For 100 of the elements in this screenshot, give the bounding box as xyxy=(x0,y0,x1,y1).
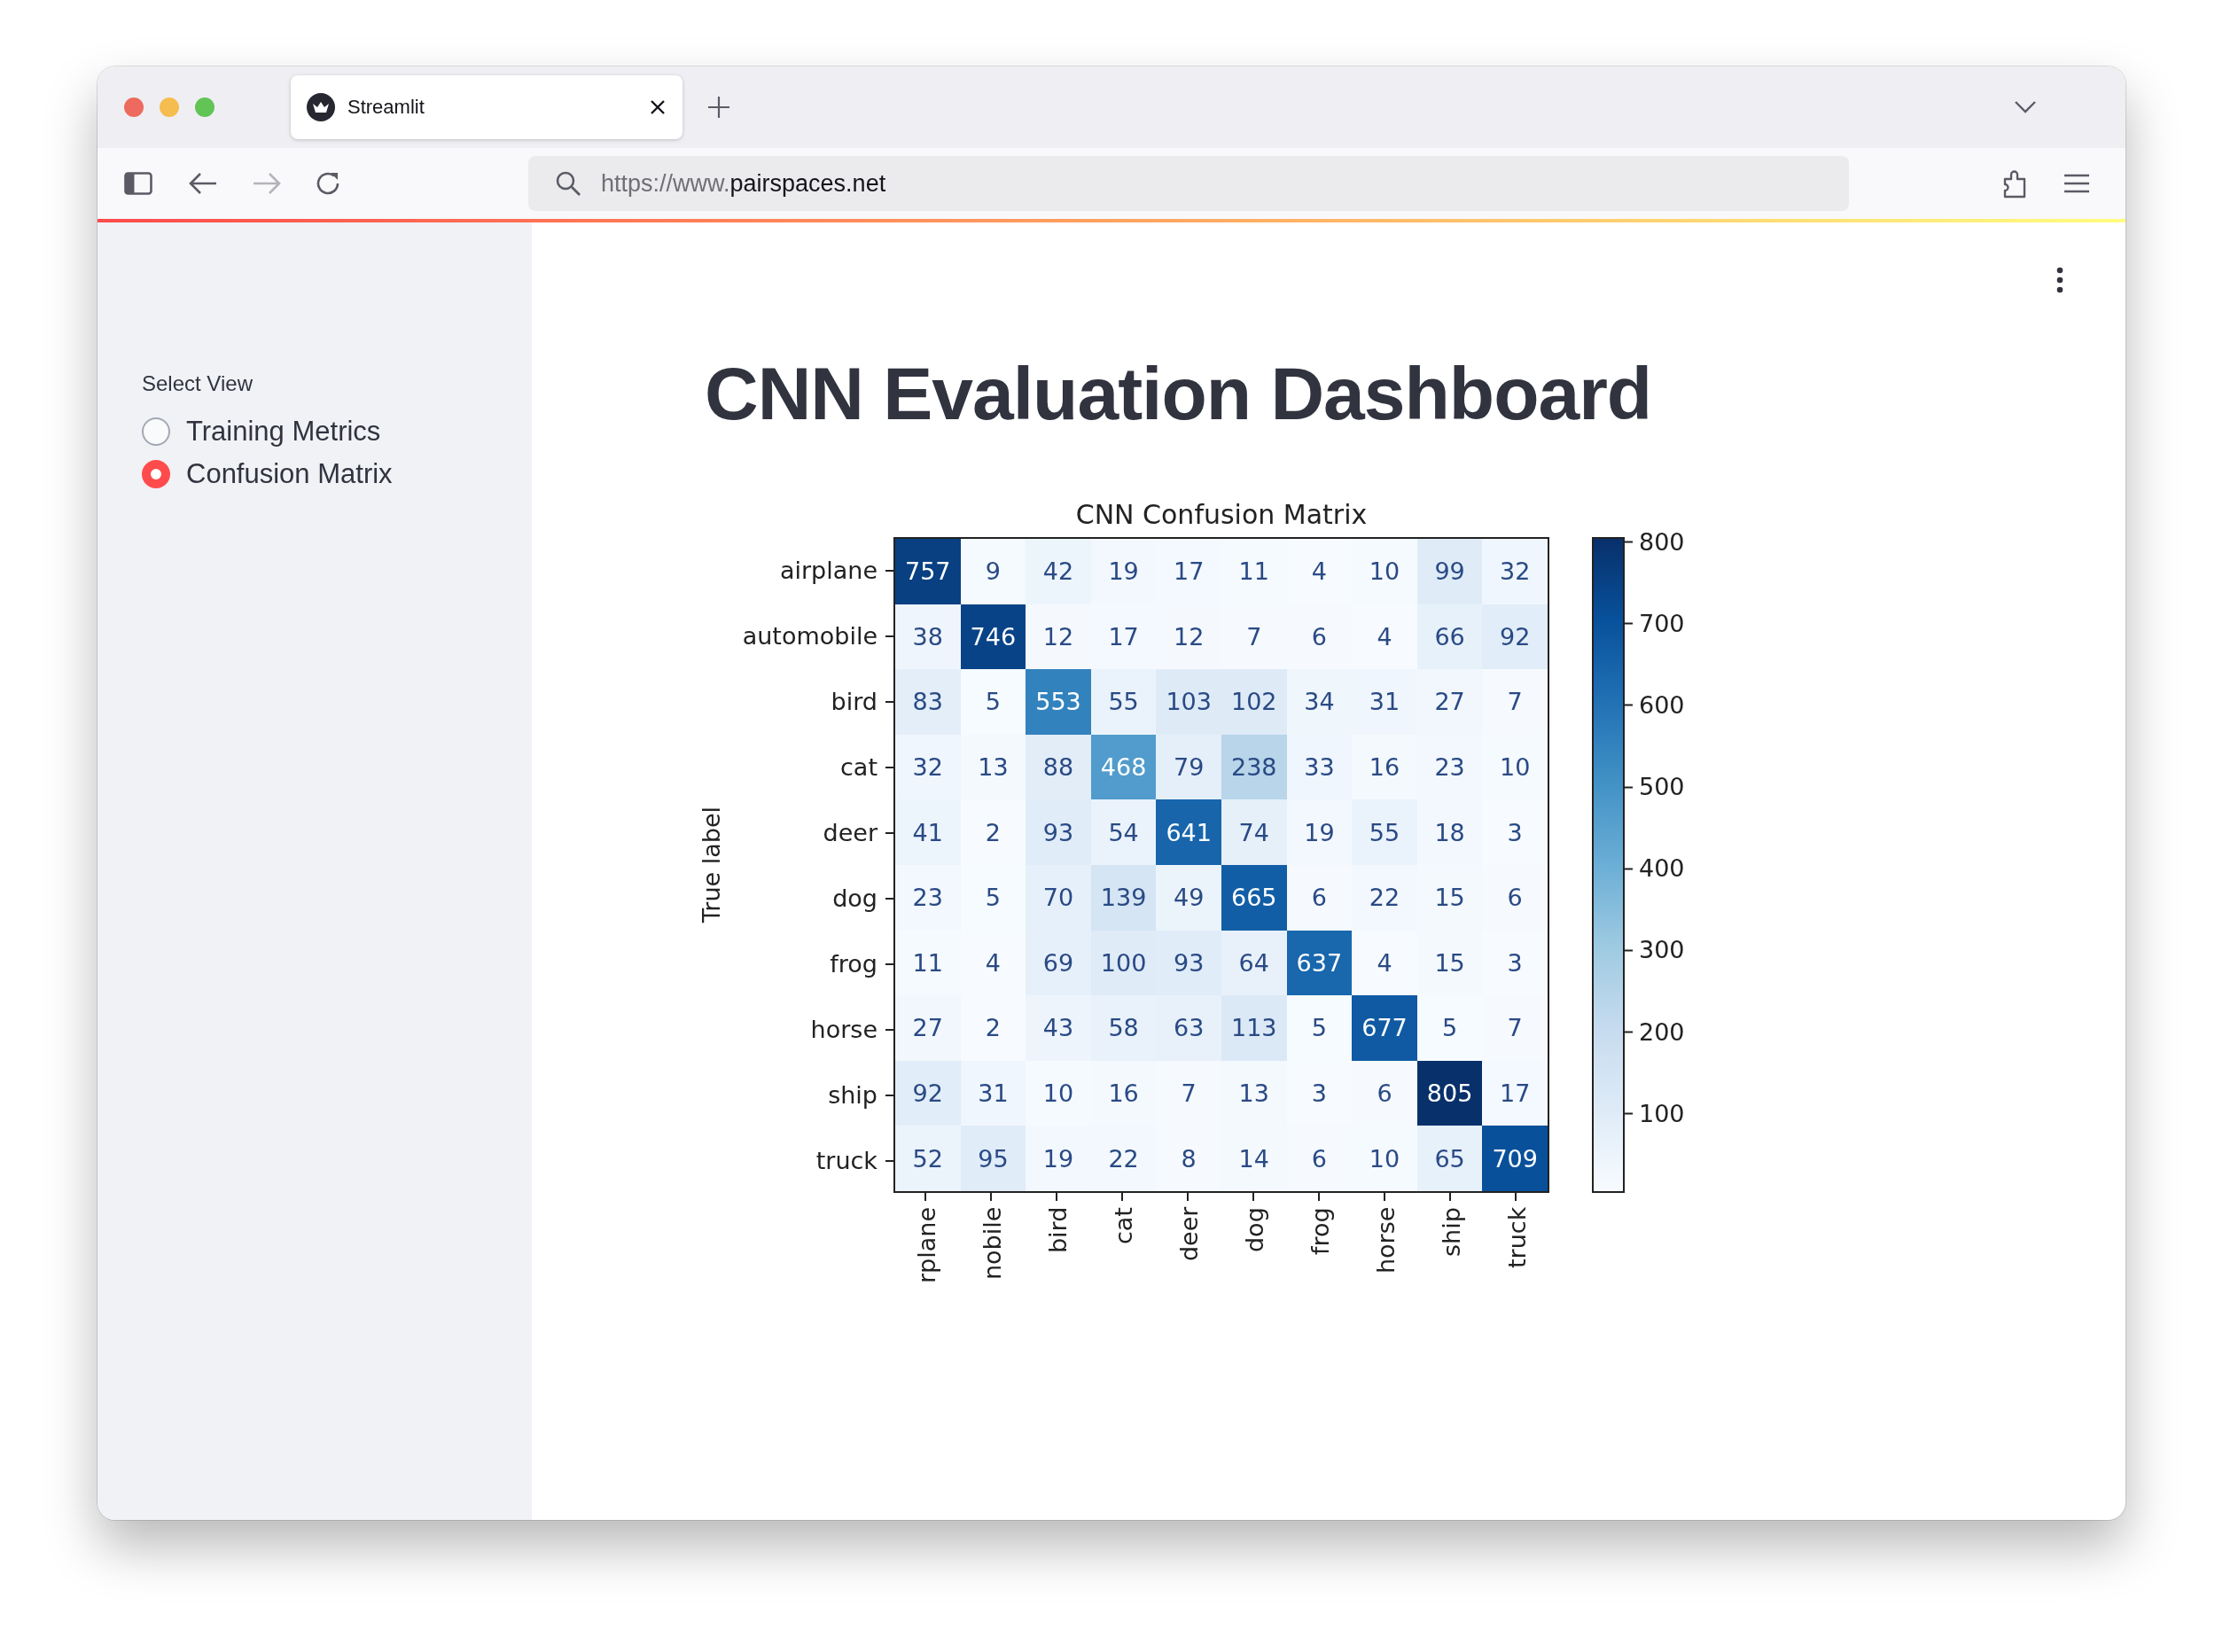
column-label: deer xyxy=(1174,1193,1203,1283)
matrix-cell: 27 xyxy=(1416,669,1483,735)
matrix-cell: 12 xyxy=(1026,604,1091,670)
close-icon[interactable] xyxy=(649,98,667,116)
search-icon xyxy=(555,170,581,197)
row-label: deer xyxy=(823,818,893,846)
matrix-cell: 8 xyxy=(1156,1126,1221,1191)
page-title: CNN Evaluation Dashboard xyxy=(705,351,1652,437)
browser-tab[interactable]: Streamlit xyxy=(291,75,682,139)
matrix-cell: 19 xyxy=(1286,799,1353,865)
matrix-cell: 88 xyxy=(1026,734,1091,800)
matrix-cell: 18 xyxy=(1416,799,1483,865)
matrix-cell: 6 xyxy=(1482,865,1548,931)
matrix-cell: 54 xyxy=(1090,799,1157,865)
colorbar-tick-label: 200 xyxy=(1625,1017,1685,1046)
row-label: dog xyxy=(832,884,893,912)
matrix-cell: 66 xyxy=(1416,604,1483,670)
menu-icon[interactable] xyxy=(2063,174,2090,193)
puzzle-piece-icon[interactable] xyxy=(2001,168,2028,199)
matrix-cell: 10 xyxy=(1352,1126,1417,1191)
matrix-cell: 6 xyxy=(1352,1060,1417,1126)
matrix-cell: 23 xyxy=(895,865,961,931)
matrix-cell: 49 xyxy=(1156,865,1221,931)
matrix-cell: 95 xyxy=(960,1126,1026,1191)
colorbar-tick-label: 600 xyxy=(1625,690,1685,719)
row-label: airplane xyxy=(779,556,893,584)
colorbar-tick-label: 300 xyxy=(1625,935,1685,963)
matrix-cell: 641 xyxy=(1156,799,1221,865)
matrix-cell: 16 xyxy=(1090,1060,1157,1126)
matrix-cell: 7 xyxy=(1156,1060,1221,1126)
matrix-cell: 22 xyxy=(1352,865,1417,931)
colorbar-tick-label: 100 xyxy=(1625,1099,1685,1127)
matrix-cell: 12 xyxy=(1156,604,1221,670)
matrix-cell: 99 xyxy=(1416,539,1483,604)
matrix-cell: 805 xyxy=(1416,1060,1483,1126)
matrix-cell: 709 xyxy=(1482,1126,1548,1191)
back-arrow-icon[interactable] xyxy=(188,171,218,196)
row-label: ship xyxy=(828,1080,893,1109)
matrix-cell: 102 xyxy=(1221,669,1287,735)
matrix-cell: 238 xyxy=(1221,734,1287,800)
row-label: frog xyxy=(830,949,893,978)
radio-group-label: Select View xyxy=(142,371,253,396)
matrix-cell: 6 xyxy=(1286,865,1353,931)
address-bar[interactable]: https://www.pairspaces.net xyxy=(528,156,1849,211)
radio-option-label[interactable]: Confusion Matrix xyxy=(186,458,393,490)
radio-button[interactable] xyxy=(142,417,170,446)
matrix-cell: 17 xyxy=(1156,539,1221,604)
matrix-cell: 4 xyxy=(960,930,1026,996)
matrix-cell: 58 xyxy=(1090,995,1157,1061)
column-label: truck xyxy=(1502,1193,1531,1283)
matrix-cell: 5 xyxy=(960,865,1026,931)
plus-icon[interactable] xyxy=(707,96,730,119)
matrix-cell: 5 xyxy=(1416,995,1483,1061)
radio-option-label[interactable]: Training Metrics xyxy=(186,416,381,448)
matrix-cell: 677 xyxy=(1352,995,1417,1061)
matrix-cell: 43 xyxy=(1026,995,1091,1061)
matrix-cell: 468 xyxy=(1090,734,1157,800)
matrix-cell: 5 xyxy=(960,669,1026,735)
matrix-cell: 14 xyxy=(1221,1126,1287,1191)
matrix-cell: 74 xyxy=(1221,799,1287,865)
matrix-cell: 9 xyxy=(960,539,1026,604)
matrix-cell: 65 xyxy=(1416,1126,1483,1191)
column-label: rplane xyxy=(912,1193,940,1283)
matrix-cell: 31 xyxy=(960,1060,1026,1126)
column-label: dog xyxy=(1240,1193,1268,1283)
matrix-cell: 10 xyxy=(1026,1060,1091,1126)
colorbar-tick-label: 700 xyxy=(1625,609,1685,637)
matrix-cell: 10 xyxy=(1352,539,1417,604)
matrix-cell: 11 xyxy=(1221,539,1287,604)
matrix-cell: 13 xyxy=(1221,1060,1287,1126)
more-options-icon[interactable] xyxy=(2056,267,2063,293)
matrix-cell: 4 xyxy=(1352,604,1417,670)
colorbar-tick-label: 400 xyxy=(1625,853,1685,882)
matrix-cell: 553 xyxy=(1026,669,1091,735)
column-label: cat xyxy=(1109,1193,1137,1283)
column-label: frog xyxy=(1306,1193,1334,1283)
matrix-cell: 34 xyxy=(1286,669,1353,735)
matrix-cell: 113 xyxy=(1221,995,1287,1061)
close-window-button[interactable] xyxy=(124,97,144,117)
matrix-cell: 83 xyxy=(895,669,961,735)
matrix-cell: 93 xyxy=(1026,799,1091,865)
column-label: ship xyxy=(1437,1193,1465,1283)
matrix-cell: 63 xyxy=(1156,995,1221,1061)
radio-button[interactable] xyxy=(142,460,170,488)
row-label: automobile xyxy=(742,621,893,650)
matrix-cell: 3 xyxy=(1482,930,1548,996)
matrix-cell: 27 xyxy=(895,995,961,1061)
matrix-cell: 746 xyxy=(960,604,1026,670)
matrix-cell: 15 xyxy=(1416,930,1483,996)
sidebar-icon[interactable] xyxy=(124,172,152,195)
chevron-down-icon[interactable] xyxy=(2014,100,2037,114)
matrix-cell: 41 xyxy=(895,799,961,865)
matrix-cell: 3 xyxy=(1286,1060,1353,1126)
matrix-cell: 79 xyxy=(1156,734,1221,800)
matrix-cell: 64 xyxy=(1221,930,1287,996)
matrix-cell: 4 xyxy=(1286,539,1353,604)
matrix-cell: 139 xyxy=(1090,865,1157,931)
matrix-cell: 665 xyxy=(1221,865,1287,931)
matrix-cell: 757 xyxy=(895,539,961,604)
column-label: nobile xyxy=(978,1193,1006,1283)
